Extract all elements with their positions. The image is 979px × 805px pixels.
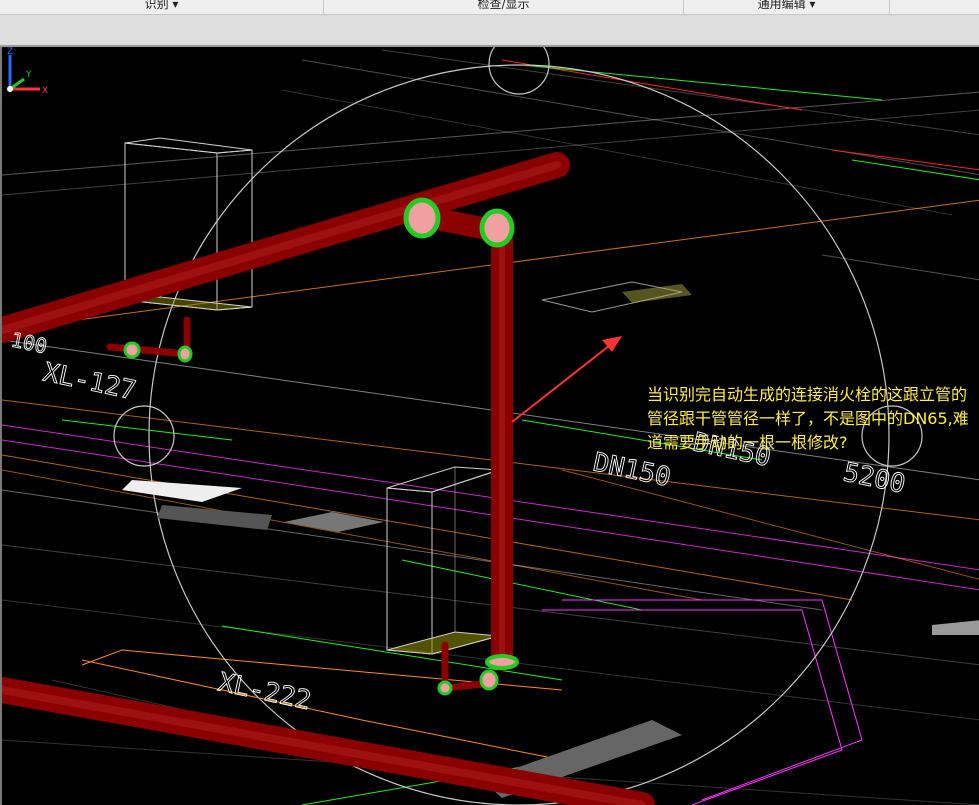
3d-drawing-viewport[interactable]: XL-127 XL-222 DN150 DN150 5200 100 当识别完自… xyxy=(0,47,979,805)
annotation-arrow xyxy=(511,336,622,423)
tab-recognize[interactable]: 识别 ▾ xyxy=(0,0,324,14)
axis-x-label: X xyxy=(42,86,48,96)
ribbon-tab-bar: 识别 ▾ 检查/显示 通用编辑 ▾ xyxy=(0,0,979,15)
label-dim100: 100 xyxy=(9,327,49,358)
label-dim5200: 5200 xyxy=(841,458,908,500)
secondary-toolbar xyxy=(0,15,979,47)
axis-y-label: Y xyxy=(25,70,32,80)
label-xl127: XL-127 xyxy=(41,358,139,407)
orbit-grip-top xyxy=(488,47,550,95)
tab-more[interactable] xyxy=(890,0,979,14)
axis-z-label: Z xyxy=(7,47,13,57)
tab-recognize-label: 识别 ▾ xyxy=(144,0,179,11)
tab-general-edit-label: 通用编辑 ▾ xyxy=(757,0,816,11)
label-xl222: XL-222 xyxy=(216,668,314,717)
annotation-text: 当识别完自动生成的连接消火栓的这跟立管的管径跟干管管径一样了，不是图中的DN65… xyxy=(647,385,969,452)
tab-check-display-label: 检查/显示 xyxy=(477,0,530,11)
floor-slabs xyxy=(122,281,979,798)
orbit-grip-left xyxy=(113,405,175,467)
pipes xyxy=(2,152,655,805)
tab-check-display[interactable]: 检查/显示 xyxy=(324,0,684,14)
coordinate-axis-icon: Z Y X xyxy=(7,47,48,96)
tab-general-edit[interactable]: 通用编辑 ▾ xyxy=(684,0,890,14)
